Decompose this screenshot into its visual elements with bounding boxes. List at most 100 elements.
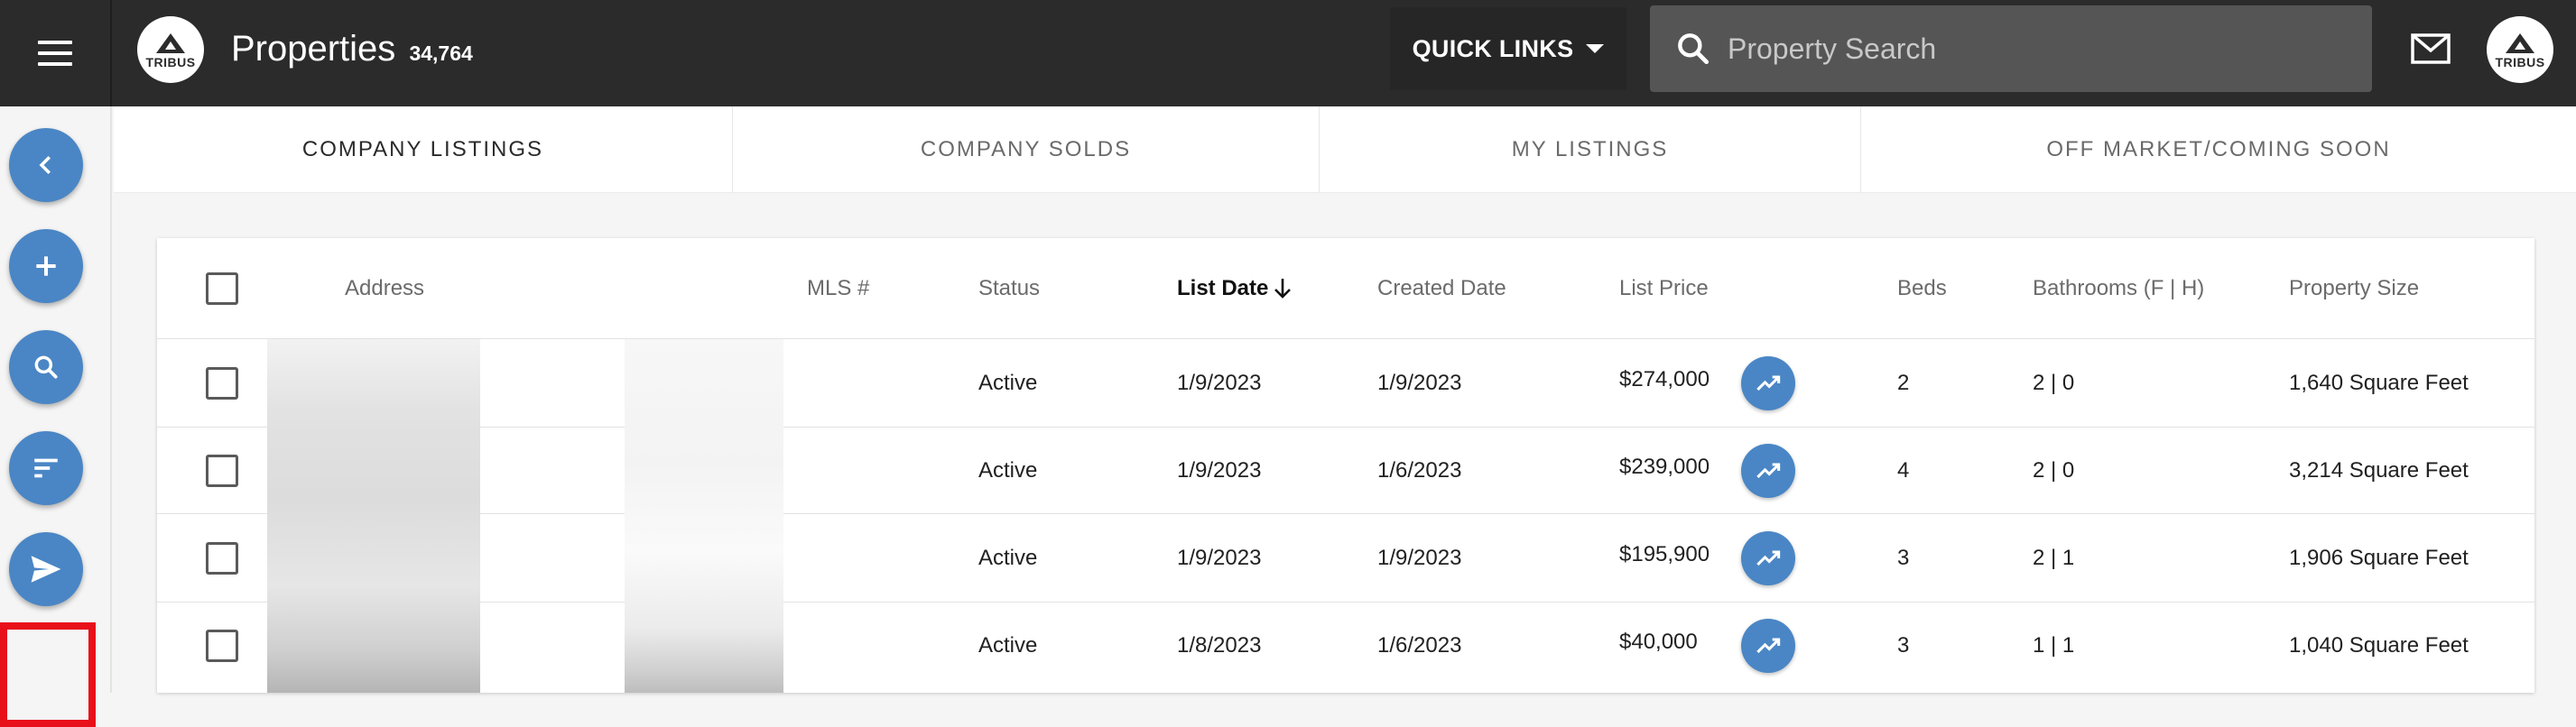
- status-cell: Active: [978, 545, 1038, 570]
- list-date-cell: 1/9/2023: [1177, 457, 1262, 483]
- row-checkbox-cell: [206, 428, 238, 513]
- list-price-cell: $274,000: [1619, 366, 1710, 391]
- row-checkbox[interactable]: [206, 541, 238, 575]
- avatar-triangle-icon: [2506, 33, 2534, 53]
- column-property-size[interactable]: Property Size: [2289, 238, 2419, 338]
- highlight-box: [0, 622, 96, 727]
- beds-cell: 2: [1897, 370, 1910, 395]
- created-date-cell: 1/6/2023: [1377, 633, 1462, 658]
- property-size-cell: 3,214 Square Feet: [2289, 457, 2469, 483]
- property-size-cell: 1,906 Square Feet: [2289, 545, 2469, 570]
- row-checkbox[interactable]: [206, 630, 238, 662]
- price-history-cell: [1741, 428, 1795, 513]
- column-created-date[interactable]: Created Date: [1377, 238, 1506, 338]
- quick-links-label: QUICK LINKS: [1412, 34, 1574, 62]
- column-bathrooms[interactable]: Bathrooms (F | H): [2033, 238, 2204, 338]
- list-price-cell: $239,000: [1619, 454, 1710, 479]
- list-date-cell: 1/9/2023: [1177, 370, 1262, 395]
- plus-icon: [36, 256, 56, 276]
- price-history-cell: [1741, 603, 1795, 689]
- price-history-button[interactable]: [1741, 355, 1795, 410]
- list-date-cell: 1/9/2023: [1177, 545, 1262, 570]
- property-size-cell: 1,640 Square Feet: [2289, 370, 2469, 395]
- back-button[interactable]: [9, 128, 83, 202]
- sort-button[interactable]: [9, 431, 83, 505]
- column-beds[interactable]: Beds: [1897, 238, 1947, 338]
- trending-up-icon: [1756, 549, 1781, 566]
- list-date-cell: 1/8/2023: [1177, 633, 1262, 658]
- row-checkbox-cell: [206, 514, 238, 602]
- add-button[interactable]: [9, 229, 83, 303]
- tab-company-solds[interactable]: COMPANY SOLDS: [733, 106, 1320, 193]
- property-search-input[interactable]: [1728, 32, 2359, 66]
- logo-triangle-icon: [156, 33, 185, 53]
- address-redaction: [267, 339, 480, 693]
- hamburger-icon: [38, 41, 72, 66]
- created-date-cell: 1/6/2023: [1377, 457, 1462, 483]
- beds-cell: 4: [1897, 457, 1910, 483]
- send-icon: [31, 556, 61, 583]
- table-row[interactable]: Active 1/9/2023 1/9/2023 $274,000 2 2 | …: [157, 339, 2534, 428]
- column-list-date[interactable]: List Date: [1177, 238, 1293, 338]
- chevron-left-icon: [39, 156, 51, 174]
- quick-links-dropdown[interactable]: QUICK LINKS: [1390, 7, 1626, 90]
- price-history-button[interactable]: [1741, 443, 1795, 498]
- property-size-cell: 1,040 Square Feet: [2289, 633, 2469, 658]
- tab-my-listings[interactable]: MY LISTINGS: [1320, 106, 1861, 193]
- tribus-logo[interactable]: TRIBUS: [137, 16, 204, 83]
- row-checkbox-cell: [206, 339, 238, 427]
- menu-button[interactable]: [0, 0, 112, 106]
- price-history-cell: [1741, 339, 1795, 427]
- trending-up-icon: [1756, 374, 1781, 391]
- row-checkbox[interactable]: [206, 366, 238, 400]
- price-history-button[interactable]: [1741, 530, 1795, 585]
- column-address[interactable]: Address: [345, 238, 424, 338]
- search-icon: [34, 355, 58, 379]
- page-title: Properties 34,764: [231, 27, 473, 75]
- tab-off-market-coming-soon[interactable]: OFF MARKET/COMING SOON: [1861, 106, 2576, 193]
- column-mls[interactable]: MLS #: [807, 238, 869, 338]
- created-date-cell: 1/9/2023: [1377, 370, 1462, 395]
- list-price-cell: $40,000: [1619, 630, 1698, 654]
- sort-lines-icon: [34, 458, 58, 478]
- table-row[interactable]: Active 1/9/2023 1/6/2023 $239,000 4 2 | …: [157, 428, 2534, 514]
- table-row[interactable]: Active 1/8/2023 1/6/2023 $40,000 3 1 | 1…: [157, 603, 2534, 693]
- properties-table: Address MLS # Status List Date Created D…: [157, 238, 2534, 693]
- user-avatar[interactable]: TRIBUS: [2487, 16, 2553, 83]
- page-title-text: Properties: [231, 29, 396, 69]
- list-price-cell: $195,900: [1619, 541, 1710, 566]
- bathrooms-cell: 2 | 1: [2033, 545, 2075, 570]
- price-history-cell: [1741, 514, 1795, 602]
- column-list-price[interactable]: List Price: [1619, 238, 1709, 338]
- bathrooms-cell: 2 | 0: [2033, 457, 2075, 483]
- property-count: 34,764: [409, 41, 473, 65]
- column-status[interactable]: Status: [978, 238, 1040, 338]
- column-list-date-label: List Date: [1177, 275, 1269, 300]
- row-checkbox-cell: [206, 603, 238, 689]
- table-row[interactable]: Active 1/9/2023 1/9/2023 $195,900 3 2 | …: [157, 514, 2534, 603]
- beds-cell: 3: [1897, 545, 1910, 570]
- tab-company-listings[interactable]: COMPANY LISTINGS: [114, 106, 733, 193]
- top-bar: TRIBUS Properties 34,764 QUICK LINKS TRI…: [0, 0, 2576, 106]
- trending-up-icon: [1756, 638, 1781, 654]
- beds-cell: 3: [1897, 633, 1910, 658]
- select-all-checkbox-cell: [206, 238, 238, 338]
- property-search-box[interactable]: [1650, 5, 2372, 92]
- status-cell: Active: [978, 370, 1038, 395]
- table-header: Address MLS # Status List Date Created D…: [157, 238, 2534, 339]
- created-date-cell: 1/9/2023: [1377, 545, 1462, 570]
- mls-redaction: [625, 339, 783, 693]
- send-button[interactable]: [9, 532, 83, 606]
- arrow-down-icon: [1274, 278, 1292, 299]
- bathrooms-cell: 1 | 1: [2033, 633, 2075, 658]
- search-button[interactable]: [9, 330, 83, 404]
- mail-icon: [2411, 33, 2451, 64]
- select-all-checkbox[interactable]: [206, 271, 238, 305]
- price-history-button[interactable]: [1741, 619, 1795, 673]
- mail-button[interactable]: [2410, 32, 2451, 69]
- search-icon: [1678, 33, 1710, 65]
- row-checkbox[interactable]: [206, 454, 238, 487]
- status-cell: Active: [978, 633, 1038, 658]
- caret-down-icon: [1586, 44, 1605, 53]
- bathrooms-cell: 2 | 0: [2033, 370, 2075, 395]
